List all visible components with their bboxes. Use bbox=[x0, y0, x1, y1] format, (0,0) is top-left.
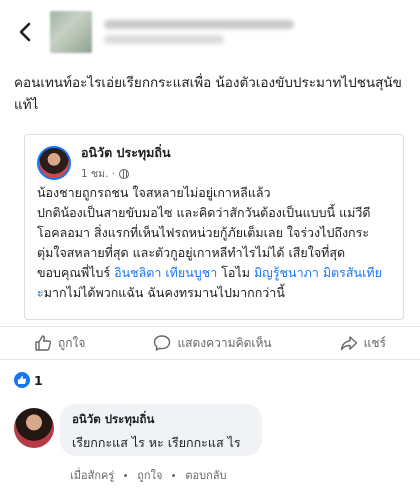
shared-author-name[interactable]: อนิวัต ประทุมถิ่น bbox=[81, 143, 171, 163]
mention-link[interactable]: มิญรู้ชนาภา มิตรสันเทีย bbox=[254, 265, 382, 280]
shared-post-time: 1 ชม. · bbox=[81, 165, 171, 182]
shared-post-card[interactable]: อนิวัต ประทุมถิ่น 1 ชม. · น้องชายถูกรถชน… bbox=[24, 134, 404, 320]
mention-link[interactable]: อินชลิตา เทียนบูชา bbox=[114, 265, 217, 280]
comment-button[interactable]: แสดงความคิดเห็น bbox=[153, 334, 272, 353]
reaction-summary[interactable]: 1 bbox=[14, 372, 43, 388]
separator-dot bbox=[124, 473, 128, 477]
comment-author[interactable]: อนิวัต ประทุมถิ่น bbox=[72, 411, 250, 429]
body-line: ปกติน้องเป็นสายขับมอไซ และคิดว่าสักวันต้… bbox=[37, 205, 371, 220]
globe-icon bbox=[119, 168, 130, 179]
body-text: ขอบคุณพี่ไบร์ bbox=[37, 265, 115, 280]
body-line: ะมากไม่ได้พวกแฉัน ฉันคงทรมานไปมากกว่านี้ bbox=[37, 283, 397, 303]
reaction-count: 1 bbox=[34, 372, 43, 388]
comment-label: แสดงความคิดเห็น bbox=[177, 335, 272, 350]
body-text: โอไม bbox=[221, 265, 254, 280]
body-line: ตุ่มใจสหลายที่สุด และตัวกูอยู่เกาหลีทำไร… bbox=[37, 245, 346, 260]
separator-dot bbox=[172, 473, 176, 477]
mention-link[interactable]: ะ bbox=[37, 285, 44, 300]
blurred-profile-name bbox=[104, 20, 294, 44]
like-button[interactable]: ถูกใจ bbox=[34, 334, 85, 353]
comment-time: เมื่อสักครู่ bbox=[70, 469, 115, 482]
commenter-avatar[interactable] bbox=[14, 408, 54, 448]
shared-author-avatar[interactable] bbox=[37, 145, 71, 180]
share-button[interactable]: แชร์ bbox=[340, 334, 386, 353]
body-line: ขอบคุณพี่ไบร์ อินชลิตา เทียนบูชา โอไม มิ… bbox=[37, 263, 397, 283]
body-line: น้องชายถูกรถชน ใจสหลายไม่อยู่เกาหลีแล้ว bbox=[37, 185, 271, 200]
post-header bbox=[0, 0, 420, 64]
post-actions-bar: ถูกใจ แสดงความคิดเห็น แชร์ bbox=[0, 326, 420, 360]
shared-time-label: 1 ชม. · bbox=[81, 168, 116, 180]
chevron-left-icon bbox=[19, 22, 31, 42]
share-label: แชร์ bbox=[363, 335, 386, 350]
comment-actions: เมื่อสักครู่ ถูกใจ ตอบกลับ bbox=[70, 466, 227, 484]
shared-post-body: น้องชายถูกรถชน ใจสหลายไม่อยู่เกาหลีแล้ว … bbox=[37, 183, 397, 303]
body-line: โอคลอมา สิ่งแรกที่เห็นไฟรถหน่วยกู้ภัยเต็… bbox=[37, 225, 370, 240]
share-arrow-icon bbox=[340, 336, 357, 351]
comment-bubble: อนิวัต ประทุมถิ่น เรียกกะแส ไร หะ เรียกก… bbox=[60, 404, 262, 456]
blurred-profile-avatar[interactable] bbox=[50, 11, 92, 53]
speech-bubble-icon bbox=[154, 335, 171, 351]
like-reaction-icon bbox=[14, 372, 30, 388]
body-text: มากไม่ได้พวกแฉัน ฉันคงทรมานไปมากกว่านี้ bbox=[43, 285, 285, 300]
like-label: ถูกใจ bbox=[58, 335, 86, 350]
comment-like-button[interactable]: ถูกใจ bbox=[137, 466, 162, 484]
thumbs-up-icon bbox=[35, 335, 52, 351]
comment-text: เรียกกะแส ไร หะ เรียกกะแส ไร bbox=[72, 435, 241, 450]
comment-reply-button[interactable]: ตอบกลับ bbox=[185, 466, 226, 484]
back-button[interactable] bbox=[14, 17, 36, 47]
post-caption: คอนเทนท์อะไรเอ่ยเรียกกระแสเพื่อ น้องตัวเ… bbox=[14, 75, 402, 113]
